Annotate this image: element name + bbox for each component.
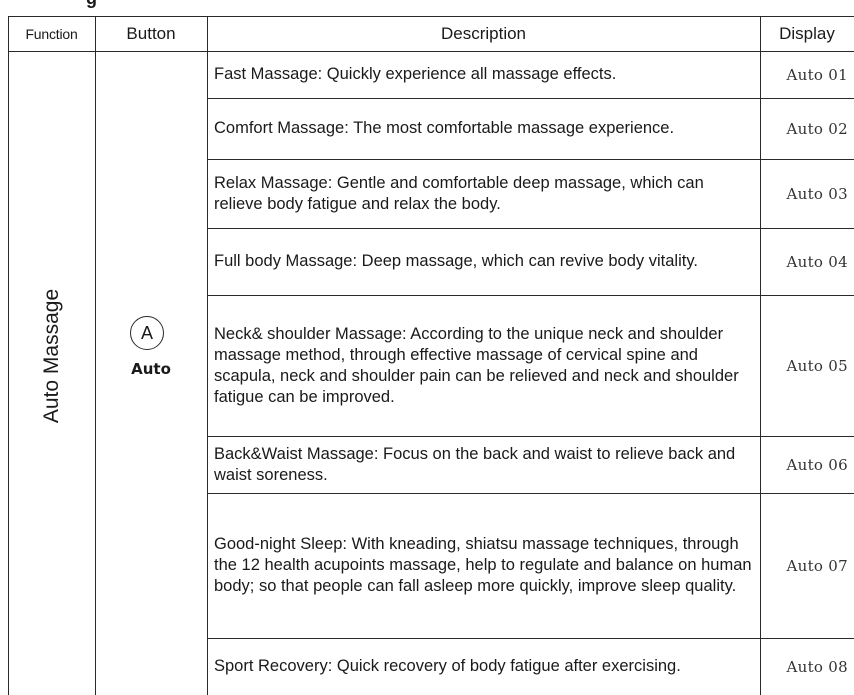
header-button: Button bbox=[126, 23, 176, 43]
header-display: Display bbox=[779, 23, 835, 43]
row-description: Good-night Sleep: With kneading, shiatsu… bbox=[214, 535, 752, 595]
function-table: Function Button Description Display Auto… bbox=[8, 16, 854, 695]
row-display-code: Auto 07 bbox=[786, 556, 848, 575]
row-description: Full body Massage: Deep massage, which c… bbox=[214, 252, 698, 270]
auto-button-cell: A Auto bbox=[95, 316, 207, 396]
function-cell: Auto Massage bbox=[8, 16, 95, 695]
row-description: Back&Waist Massage: Focus on the back an… bbox=[214, 444, 736, 484]
row-description: Comfort Massage: The most comfortable ma… bbox=[214, 119, 675, 137]
row-description: Sport Recovery: Quick recovery of body f… bbox=[214, 657, 681, 675]
row-display-code: Auto 01 bbox=[786, 65, 848, 84]
row-display-code: Auto 05 bbox=[786, 356, 848, 375]
row-display-code: Auto 04 bbox=[786, 252, 848, 271]
section-heading-fragment: g bbox=[0, 0, 854, 8]
row-description: Fast Massage: Quickly experience all mas… bbox=[214, 65, 617, 83]
row-display-code: Auto 06 bbox=[786, 455, 848, 474]
row-description: Relax Massage: Gentle and comfortable de… bbox=[214, 173, 704, 213]
row-description: Neck& shoulder Massage: According to the… bbox=[214, 324, 739, 406]
auto-button-label: Auto bbox=[131, 360, 171, 378]
function-label: Auto Massage bbox=[39, 288, 63, 423]
section-heading-text: g bbox=[86, 0, 97, 8]
auto-a-icon: A bbox=[130, 316, 164, 350]
row-display-code: Auto 02 bbox=[786, 119, 848, 138]
row-display-code: Auto 03 bbox=[786, 184, 848, 203]
row-display-code: Auto 08 bbox=[786, 657, 848, 676]
header-description: Description bbox=[440, 23, 527, 43]
